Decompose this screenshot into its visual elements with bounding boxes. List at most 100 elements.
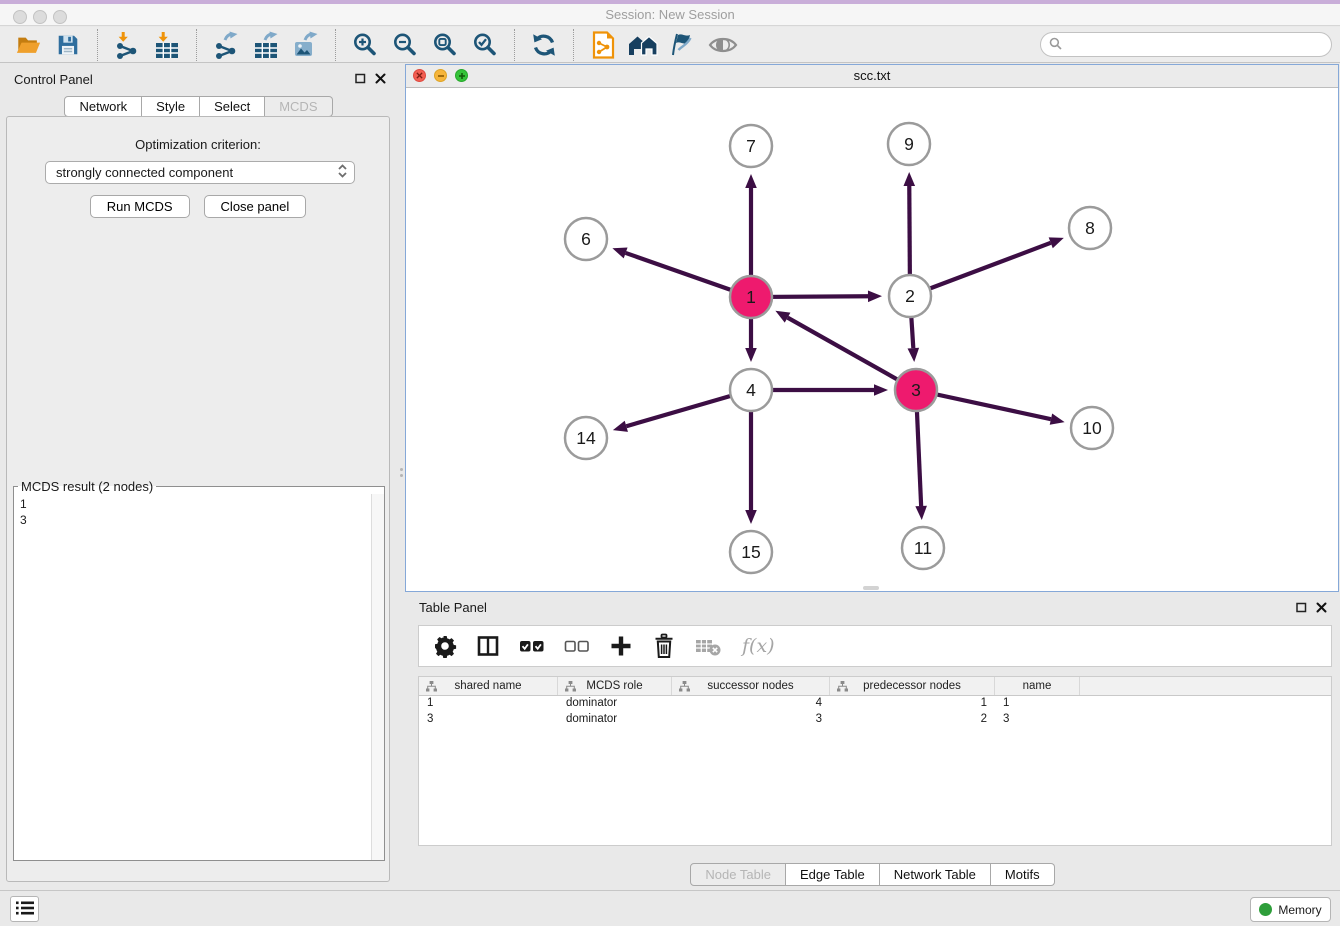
save-session-button[interactable] — [51, 29, 85, 61]
column-header-name[interactable]: name — [995, 677, 1080, 695]
mcds-result-list: 13 — [20, 496, 384, 528]
node-11[interactable]: 11 — [902, 527, 944, 569]
close-panel-icon[interactable] — [1315, 601, 1328, 614]
panel-divider-handle[interactable] — [863, 586, 879, 590]
window-title: Session: New Session — [0, 7, 1340, 22]
optimization-criterion-label: Optimization criterion: — [7, 137, 389, 152]
eye-button[interactable] — [706, 29, 740, 61]
memory-button[interactable]: Memory — [1250, 897, 1331, 922]
search-input[interactable] — [1067, 36, 1331, 54]
stepper-icon — [337, 163, 348, 182]
node-9[interactable]: 9 — [888, 123, 930, 165]
tab-network-table[interactable]: Network Table — [880, 863, 991, 886]
column-header-MCDS-role[interactable]: MCDS role — [558, 677, 672, 695]
import-table-button[interactable] — [150, 29, 184, 61]
node-8[interactable]: 8 — [1069, 207, 1111, 249]
zoom-in-button[interactable] — [348, 29, 382, 61]
table-toolbar: f(x) — [418, 625, 1332, 667]
add-row-icon — [609, 634, 633, 658]
task-history-button[interactable] — [10, 896, 39, 922]
table-panel: Table Panel f(x) shared nameMCDS rolesuc… — [405, 592, 1340, 890]
function-builder-button[interactable]: f(x) — [740, 634, 776, 658]
tab-mcds[interactable]: MCDS — [265, 96, 332, 117]
edge-3-1[interactable] — [775, 311, 916, 390]
import-network-icon — [113, 31, 141, 59]
tab-select[interactable]: Select — [200, 96, 265, 117]
result-scrollbar[interactable] — [371, 494, 384, 860]
edge-2-8[interactable] — [910, 237, 1064, 296]
node-2[interactable]: 2 — [889, 275, 931, 317]
export-table-button[interactable] — [249, 29, 283, 61]
float-panel-icon[interactable] — [354, 72, 367, 85]
status-bar: Memory — [0, 890, 1340, 926]
table-row[interactable]: 1dominator411 — [419, 696, 1331, 712]
mcds-panel: Optimization criterion: strongly connect… — [6, 116, 390, 882]
svg-text:f(x): f(x) — [740, 635, 775, 657]
export-image-icon — [292, 31, 320, 59]
table-cell: 1 — [995, 696, 1080, 712]
refresh-view-button[interactable] — [527, 29, 561, 61]
table-cell: 1 — [830, 696, 995, 712]
columns-button[interactable] — [476, 634, 500, 658]
toolbar-separator — [573, 29, 574, 61]
node-7[interactable]: 7 — [730, 125, 772, 167]
search-box[interactable] — [1040, 32, 1332, 57]
network-overview-button[interactable] — [586, 29, 620, 61]
side-divider-handle[interactable] — [399, 468, 403, 482]
criterion-dropdown[interactable]: strongly connected component — [45, 161, 355, 184]
export-image-button[interactable] — [289, 29, 323, 61]
toolbar-separator — [514, 29, 515, 61]
column-header-successor-nodes[interactable]: successor nodes — [672, 677, 830, 695]
close-panel-button[interactable]: Close panel — [204, 195, 307, 218]
hierarchy-icon — [837, 681, 848, 695]
table-cell: 4 — [672, 696, 830, 712]
tab-node-table[interactable]: Node Table — [690, 863, 786, 886]
tab-network[interactable]: Network — [64, 96, 142, 117]
float-panel-icon[interactable] — [1295, 601, 1308, 614]
mcds-result-title: MCDS result (2 nodes) — [18, 479, 156, 494]
column-header-shared-name[interactable]: shared name — [419, 677, 558, 695]
table-cell: 3 — [672, 712, 830, 728]
node-10[interactable]: 10 — [1071, 407, 1113, 449]
tab-style[interactable]: Style — [142, 96, 200, 117]
export-table-icon — [252, 31, 280, 59]
export-network-button[interactable] — [209, 29, 243, 61]
zoom-out-button[interactable] — [388, 29, 422, 61]
table-row[interactable]: 3dominator323 — [419, 712, 1331, 728]
delete-row-button[interactable] — [652, 633, 676, 659]
zoom-selected-button[interactable] — [468, 29, 502, 61]
hierarchy-icon — [426, 681, 437, 695]
select-all-button[interactable] — [519, 634, 545, 658]
run-mcds-button[interactable]: Run MCDS — [90, 195, 190, 218]
import-network-button[interactable] — [110, 29, 144, 61]
close-panel-icon[interactable] — [374, 72, 387, 85]
function-builder-icon: f(x) — [740, 634, 776, 658]
open-session-button[interactable] — [11, 29, 45, 61]
network-title: scc.txt — [406, 68, 1338, 83]
home-button[interactable] — [626, 29, 660, 61]
node-1[interactable]: 1 — [730, 276, 772, 318]
svg-text:9: 9 — [904, 134, 914, 154]
deselect-all-button[interactable] — [564, 634, 590, 658]
tab-motifs[interactable]: Motifs — [991, 863, 1055, 886]
tab-edge-table[interactable]: Edge Table — [786, 863, 880, 886]
column-header-predecessor-nodes[interactable]: predecessor nodes — [830, 677, 995, 695]
style-button[interactable] — [666, 29, 700, 61]
network-canvas[interactable]: 1 2 3 4 6 7 8 9 10 11 14 15 — [406, 88, 1338, 591]
memory-label: Memory — [1278, 903, 1321, 917]
node-14[interactable]: 14 — [565, 417, 607, 459]
node-6[interactable]: 6 — [565, 218, 607, 260]
network-window: scc.txt 1 2 3 4 6 7 8 9 10 11 14 15 — [405, 64, 1339, 592]
mcds-result-line: 1 — [20, 496, 384, 512]
delete-table-button[interactable] — [695, 634, 721, 658]
edge-3-10[interactable] — [916, 390, 1065, 425]
svg-text:14: 14 — [576, 428, 596, 448]
node-4[interactable]: 4 — [730, 369, 772, 411]
add-row-button[interactable] — [609, 634, 633, 658]
node-15[interactable]: 15 — [730, 531, 772, 573]
node-3[interactable]: 3 — [895, 369, 937, 411]
settings-gear-button[interactable] — [433, 634, 457, 658]
mcds-result-box: MCDS result (2 nodes) 13 — [13, 479, 385, 861]
mcds-result-line: 3 — [20, 512, 384, 528]
zoom-fit-button[interactable] — [428, 29, 462, 61]
